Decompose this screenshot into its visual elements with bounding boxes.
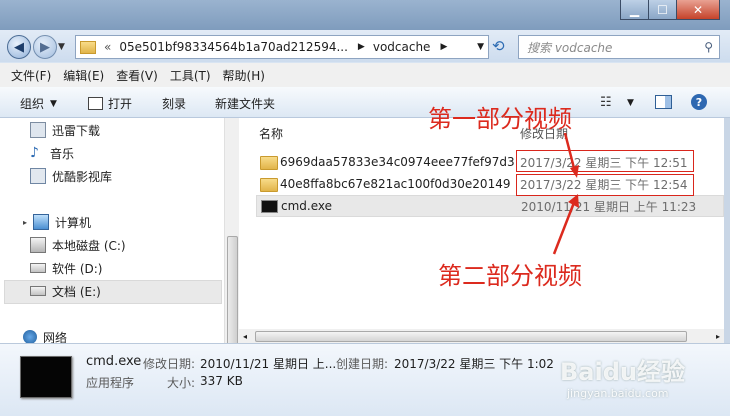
download-folder-icon [30,122,46,138]
address-bar[interactable]: « 05e501bf98334564b1a70ad212594... ▶ vod… [75,35,489,59]
annotation-second-part: 第二部分视频 [438,262,582,290]
details-create-label: 创建日期: [336,357,389,371]
folder-icon [260,156,278,170]
file-name: cmd.exe [281,199,333,213]
drive-icon [30,286,46,296]
nav-label: 音乐 [50,146,75,161]
system-drive-icon [30,237,46,253]
view-dropdown-icon[interactable]: ▼ [627,98,634,108]
nav-label: 文档 (E:) [52,284,101,299]
view-options-icon[interactable]: ☷ [600,95,612,110]
scroll-left-icon[interactable]: ◂ [243,332,247,341]
organize-button[interactable]: 组织 ▼ [20,95,57,112]
burn-button[interactable]: 刻录 [162,95,186,112]
details-file-type: 应用程序 [86,376,135,390]
nav-item-xunlei[interactable]: 迅雷下载 [30,120,100,140]
menu-view[interactable]: 查看(V) [110,67,164,84]
nav-label: 迅雷下载 [52,123,101,138]
window-edge [724,118,730,343]
help-icon[interactable]: ? [691,94,707,110]
history-dropdown-icon[interactable]: ▼ [58,42,65,52]
search-placeholder: 搜索 vodcache [527,40,613,55]
menu-tools[interactable]: 工具(T) [164,67,217,84]
breadcrumb-segment[interactable]: 05e501bf98334564b1a70ad212594... [119,40,348,54]
nav-item-music[interactable]: ♪ 音乐 [30,143,74,163]
preview-pane-icon[interactable] [655,95,672,109]
nav-label: 计算机 [55,215,92,230]
nav-item-drive-d[interactable]: 软件 (D:) [30,258,102,278]
breadcrumb-segment-vodcache[interactable]: vodcache [373,40,431,54]
arrow-line-first [563,132,577,173]
burn-label: 刻录 [162,97,187,111]
breadcrumb-separator-icon[interactable]: ▶ [440,42,447,52]
nav-label: 优酷影视库 [52,169,113,184]
cmd-exe-icon [261,200,278,213]
details-size-value: 337 KB [200,374,243,388]
nav-item-youku[interactable]: 优酷影视库 [30,166,112,186]
refresh-icon[interactable]: ⟲ [492,37,505,55]
open-label: 打开 [108,97,133,111]
folder-icon [80,40,96,54]
forward-button[interactable]: ▶ [33,35,57,59]
nav-label: 软件 (D:) [52,261,103,276]
new-folder-button[interactable]: 新建文件夹 [215,95,275,112]
computer-icon [33,214,50,230]
details-mod-label: 修改日期: [143,357,196,371]
scroll-right-icon[interactable]: ▸ [716,332,720,341]
forward-arrow-icon: ▶ [40,39,50,55]
arrowhead-first-icon [570,165,579,178]
watermark-brand: Baidu经验 [560,358,685,386]
horizontal-scroll-thumb[interactable] [255,331,687,342]
file-name: 6969daa57833e34c0974eee77fef97d3 [280,155,515,169]
menu-help[interactable]: 帮助(H) [217,67,271,84]
details-mod-value: 2010/11/21 星期日 上... [200,357,337,371]
file-name: 40e8ffa8bc67e821ac100f0d30e20149 [280,177,511,191]
arrow-line-second [552,199,577,255]
breadcrumb-separator-icon[interactable]: ▶ [358,42,365,52]
details-create-value: 2017/3/22 星期三 下午 1:02 [394,357,554,371]
close-button[interactable]: ✕ [676,0,720,20]
details-file-name: cmd.exe [86,354,142,369]
column-header-name[interactable]: 名称 [259,125,283,142]
horizontal-scrollbar[interactable]: ◂ ▸ [239,329,724,343]
expand-arrow-icon[interactable]: ▸ [23,218,27,227]
open-button[interactable]: 打开 [88,95,132,112]
drive-icon [30,263,46,273]
address-dropdown-icon[interactable]: ▼ [477,42,484,52]
network-icon [23,330,37,344]
organize-label: 组织 [20,97,45,111]
file-row-selected[interactable]: cmd.exe 2010/11/21 星期日 上午 11:23 [256,195,724,217]
details-size-label: 大小: [167,376,196,390]
minimize-button[interactable]: ▁ [620,0,649,20]
menu-file[interactable]: 文件(F) [5,67,57,84]
search-input[interactable]: 搜索 vodcache ⚲ [518,35,720,59]
nav-scrollbar[interactable] [224,118,239,348]
nav-item-drive-e[interactable]: 文档 (E:) [30,281,101,301]
nav-item-computer[interactable]: ▸ 计算机 [23,212,91,232]
new-folder-label: 新建文件夹 [215,97,276,111]
menu-bar: 文件(F) 编辑(E) 查看(V) 工具(T) 帮助(H) [0,63,730,87]
nav-label: 本地磁盘 (C:) [52,238,126,253]
music-note-icon: ♪ [30,145,39,161]
video-library-icon [30,168,46,184]
nav-scroll-thumb[interactable] [227,236,238,348]
file-thumbnail-icon [20,356,72,398]
breadcrumb-chevron-icon: « [104,40,112,54]
annotation-first-part: 第一部分视频 [428,105,572,133]
folder-icon [260,178,278,192]
search-icon[interactable]: ⚲ [704,40,713,54]
annotation-arrows [552,132,579,255]
back-arrow-icon: ◀ [14,39,24,55]
maximize-button[interactable]: ☐ [648,0,677,20]
back-button[interactable]: ◀ [7,35,31,59]
watermark-url: jingyan.baidu.com [567,387,669,400]
menu-edit[interactable]: 编辑(E) [57,67,110,84]
nav-item-drive-c[interactable]: 本地磁盘 (C:) [30,235,126,255]
chevron-down-icon: ▼ [50,98,57,109]
open-icon [88,97,103,110]
